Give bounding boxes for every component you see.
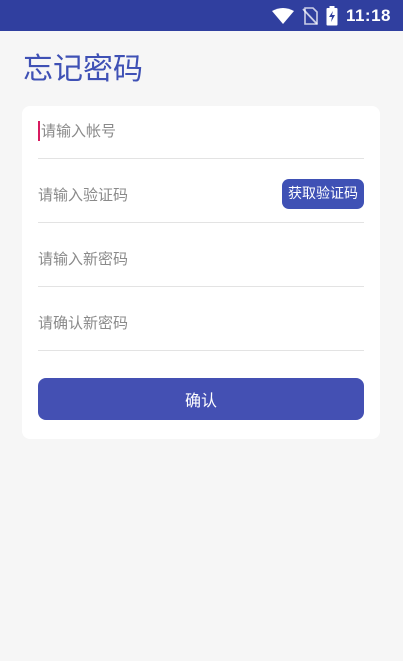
wifi-icon [271,7,294,24]
no-sim-icon [302,6,318,25]
verification-code-input[interactable] [38,170,268,220]
code-field: 获取验证码 [38,170,364,223]
confirm-password-field [38,298,364,351]
account-field [38,106,364,159]
form-card: 获取验证码 确认 [22,106,380,439]
confirm-button[interactable]: 确认 [38,378,364,420]
status-icons: 11:18 [271,0,391,31]
new-password-field [38,234,364,287]
battery-charging-icon [326,5,338,25]
text-cursor [38,121,40,141]
status-time: 11:18 [345,5,391,25]
account-input[interactable] [41,106,271,156]
confirm-password-input[interactable] [38,298,268,348]
get-code-button[interactable]: 获取验证码 [282,179,364,209]
new-password-input[interactable] [38,234,268,284]
page-title: 忘记密码 [23,52,143,87]
status-bar: 11:18 [0,0,403,31]
forgot-password-screen: 11:18 忘记密码 获取验证码 确认 [0,0,403,661]
